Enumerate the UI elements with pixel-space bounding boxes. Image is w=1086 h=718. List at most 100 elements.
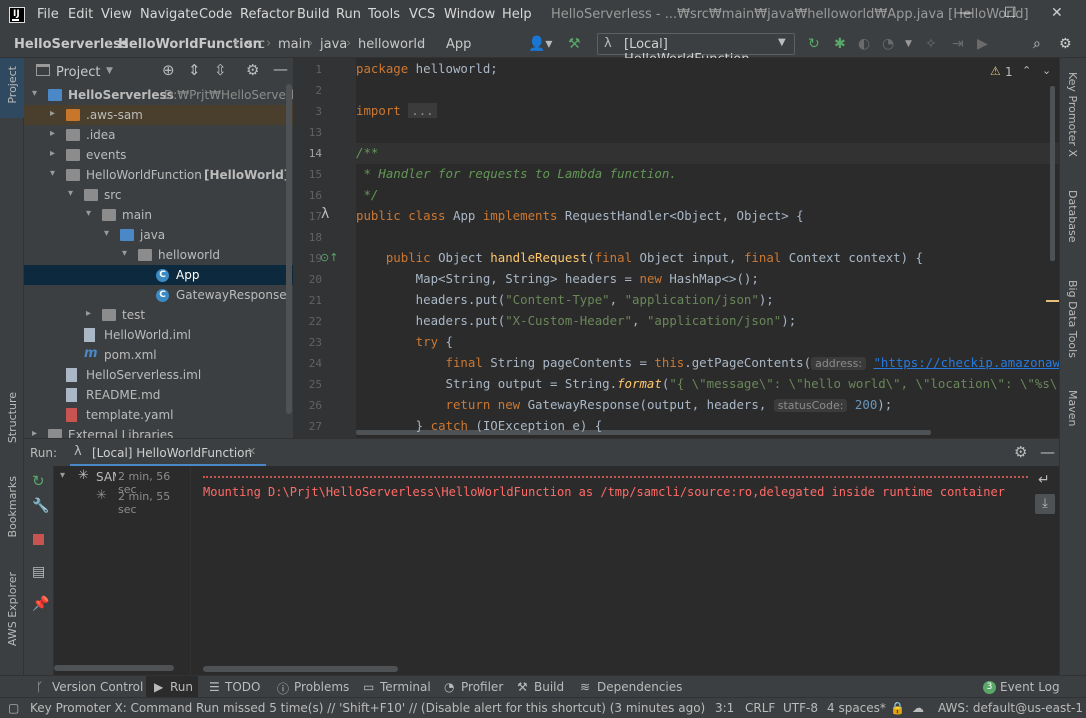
locate-icon[interactable]: ⊕ [162, 61, 175, 79]
maximize-button[interactable]: ☐ [1004, 5, 1017, 21]
tab-problems[interactable]: Problems [294, 680, 349, 694]
tree-item[interactable]: HelloServerless.iml [24, 365, 293, 385]
caret-position[interactable]: 3:1 [715, 701, 734, 715]
file-encoding[interactable]: UTF-8 [783, 701, 818, 715]
tab-dependencies[interactable]: Dependencies [597, 680, 682, 694]
tree-item[interactable]: ▾ HelloWorldFunction [HelloWorld] [24, 165, 293, 185]
chevron-right-icon[interactable]: ▸ [50, 128, 55, 139]
tree-item[interactable]: ▾ HelloServerless D:₩Prjt₩HelloServerle [24, 85, 293, 105]
aws-explorer-tool-tab[interactable]: AWS Explorer [6, 572, 19, 646]
close-button[interactable]: ✕ [1051, 5, 1063, 21]
gear-icon[interactable]: ⚙ [1014, 443, 1027, 461]
implements-gutter-icon[interactable]: ⊙↑ [320, 251, 338, 264]
chevron-down-icon[interactable]: ▾ [68, 188, 73, 199]
rerun-icon[interactable]: ↻ [808, 36, 820, 52]
menu-help[interactable]: Help [502, 7, 532, 22]
maven-tool-tab[interactable]: Maven [1066, 390, 1079, 426]
tab-event-log[interactable]: Event Log [1000, 680, 1060, 694]
breadcrumb-file[interactable]: App [446, 37, 471, 52]
status-message[interactable]: Key Promoter X: Command Run missed 5 tim… [30, 701, 705, 715]
chevron-down-icon[interactable]: ▾ [50, 168, 55, 179]
resume-icon[interactable]: ▶ [977, 36, 988, 52]
key-promoter-tool-tab[interactable]: Key Promoter X [1066, 72, 1079, 157]
tree-item[interactable]: ▸ .aws-sam [24, 105, 293, 125]
chevron-down-icon[interactable]: ▾ [60, 470, 65, 481]
lock-icon[interactable]: 🔒 [890, 701, 905, 715]
tree-item[interactable]: ▸ .idea [24, 125, 293, 145]
pin-icon[interactable]: 📌 [32, 596, 49, 612]
search-icon[interactable]: ⌕ [1033, 36, 1041, 52]
chevron-down-icon[interactable]: ▼ [106, 66, 113, 76]
menu-file[interactable]: File [37, 7, 59, 22]
tree-item[interactable]: C GatewayResponse [24, 285, 293, 305]
tree-item[interactable]: m pom.xml [24, 345, 293, 365]
event-log-badge[interactable]: 3 [983, 681, 996, 694]
tab-terminal[interactable]: Terminal [380, 680, 431, 694]
wrench-icon[interactable]: 🔧 [32, 498, 49, 514]
tab-version-control[interactable]: Version Control [52, 680, 143, 694]
collapse-all-icon[interactable]: ⇳ [214, 61, 227, 79]
tab-profiler[interactable]: Profiler [461, 680, 503, 694]
tree-item[interactable]: ▸ events [24, 145, 293, 165]
hide-panel-icon[interactable]: — [273, 60, 288, 78]
big-data-tools-tool-tab[interactable]: Big Data Tools [1066, 280, 1079, 358]
run-tree-item-label[interactable]: SAM [96, 470, 116, 484]
chevron-right-icon[interactable]: ▸ [50, 148, 55, 159]
chevron-right-icon[interactable]: ▸ [50, 108, 55, 119]
attach-icon[interactable]: ✧ [925, 36, 937, 52]
warning-marker[interactable] [1046, 300, 1059, 302]
user-icon[interactable]: 👤▾ [528, 36, 552, 52]
breadcrumb-project[interactable]: HelloServerless [14, 37, 129, 52]
chevron-up-icon[interactable]: ⌃ [1022, 64, 1031, 77]
settings-icon[interactable]: ⚙ [1059, 36, 1072, 52]
breadcrumb-main[interactable]: main [278, 37, 310, 52]
coverage-icon[interactable]: ◐ [858, 36, 870, 52]
breadcrumb-package[interactable]: helloworld [358, 37, 425, 52]
close-tab-icon[interactable]: ✕ [247, 445, 256, 458]
scroll-to-end-icon[interactable]: ⤓ [1035, 494, 1055, 514]
tree-item[interactable]: ▾ java [24, 225, 293, 245]
expand-all-icon[interactable]: ⇕ [188, 61, 201, 79]
menu-refactor[interactable]: Refactor [240, 7, 295, 22]
menu-tools[interactable]: Tools [368, 7, 400, 22]
folded-imports[interactable]: ... [408, 103, 437, 118]
minimize-button[interactable]: — [959, 5, 973, 21]
indent-setting[interactable]: 4 spaces* [827, 701, 886, 715]
bookmarks-tool-tab[interactable]: Bookmarks [6, 476, 19, 537]
structure-tool-tab[interactable]: Structure [6, 392, 19, 443]
chevron-down-icon[interactable]: ▾ [32, 88, 37, 99]
breadcrumb-src[interactable]: src [246, 37, 265, 52]
tree-item[interactable]: ▸ test [24, 305, 293, 325]
chevron-down-icon[interactable]: ▾ [86, 208, 91, 219]
menu-edit[interactable]: Edit [68, 7, 93, 22]
tree-item[interactable]: C App [24, 265, 293, 285]
menu-navigate[interactable]: Navigate [140, 7, 198, 22]
run-tab[interactable]: λ [Local] HelloWorldFunction ✕ [70, 439, 266, 467]
rerun-icon[interactable]: ↻ [32, 472, 45, 490]
profile-icon[interactable]: ◔ [882, 36, 894, 52]
menu-view[interactable]: View [101, 7, 132, 22]
tree-item[interactable]: README.md [24, 385, 293, 405]
chevron-right-icon[interactable]: ▸ [32, 428, 37, 438]
menu-run[interactable]: Run [336, 7, 361, 22]
run-configuration-select[interactable]: λ [Local] HelloWorldFunction ▼ [597, 33, 795, 67]
tree-item[interactable]: HelloWorld.iml [24, 325, 293, 345]
tree-scrollbar[interactable] [54, 665, 174, 671]
console-output[interactable]: Mounting D:\Prjt\HelloServerless\HelloWo… [191, 466, 1031, 675]
tab-run[interactable]: Run [170, 680, 193, 694]
code-editor[interactable]: 1 2 3 13 14 15 16 17 18 19 20 21 22 23 24 25 26 27 ⚠ 1 ⌃ … [294, 58, 1059, 438]
line-separator[interactable]: CRLF [745, 701, 775, 715]
breadcrumb-java[interactable]: java [320, 37, 347, 52]
chevron-right-icon[interactable]: ▸ [86, 308, 91, 319]
editor-vertical-scrollbar[interactable] [1050, 86, 1055, 261]
console-scrollbar[interactable] [203, 666, 398, 672]
layout-icon[interactable]: ▤ [32, 564, 45, 580]
aws-connection[interactable]: AWS: default@us-east-1 [938, 701, 1083, 715]
tab-build[interactable]: Build [534, 680, 564, 694]
stop-icon[interactable] [33, 534, 44, 545]
tree-item[interactable]: ▾ helloworld [24, 245, 293, 265]
warning-count[interactable]: 1 [1005, 65, 1013, 79]
tree-item[interactable]: ▾ main [24, 205, 293, 225]
menu-code[interactable]: Code [199, 7, 232, 22]
project-panel-title[interactable]: Project [56, 65, 100, 80]
